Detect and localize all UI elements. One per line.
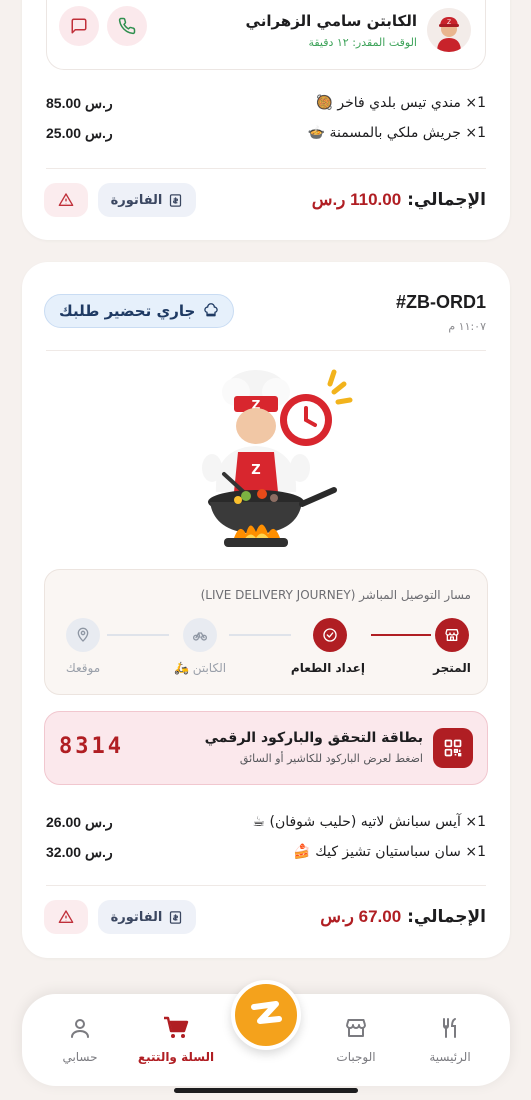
user-icon [71,1019,89,1038]
nav-item-account[interactable]: حسابي [40,1016,120,1064]
cart-icon [164,1016,189,1038]
invoice-label: الفاتورة [110,192,163,208]
z-logo-icon [251,1001,282,1024]
report-issue-button[interactable] [44,900,88,934]
store-icon [346,1019,366,1037]
qr-card-subtitle: اضغط لعرض الباركود للكاشير أو السائق [239,752,423,765]
nav-item-meals[interactable]: الوجبات [316,1016,396,1064]
home-indicator [174,1088,358,1093]
journey-step-label: الكابتن 🛵 [173,661,227,675]
divider [46,350,486,351]
item-price: 85.00 ر.س [46,95,113,111]
captain-avatar: Z [427,8,471,52]
total-label: الإجمالي: [407,190,486,210]
check-circle-icon [323,628,337,642]
journey-step-preparing: إعداد الطعام [290,618,365,675]
item-emoji: 🥘 [315,95,333,111]
item-price: 32.00 ر.س [46,844,113,860]
item-name: 1× جريش ملكي بالمسمنة [329,125,487,141]
order-total: الإجمالي: 67.00 ر.س [320,907,486,927]
qr-verification-card[interactable]: بطاقة التحقق والباركود الرقمي اضغط لعرض … [44,711,488,785]
nav-item-label: السلة والتتبع [137,1050,215,1064]
item-name: 1× مندي تيس بلدي فاخر [337,95,486,111]
item-price: 25.00 ر.س [46,125,113,141]
item-name: 1× آيس سبانش لاتيه (حليب شوفان) [269,814,486,830]
nav-item-cart[interactable]: السلة والتتبع [136,1016,216,1064]
order-status-badge: جاري تحضير طلبك [44,294,235,328]
captain-info: Z الكابتن سامي الزهراني الوقت المقدر: ١٢… [46,0,486,70]
center-logo-button[interactable] [231,980,301,1050]
order-card-previous: Z الكابتن سامي الزهراني الوقت المقدر: ١٢… [22,0,510,240]
order-status-label: جاري تحضير طلبك [59,302,196,320]
item-emoji: 🍲 [307,125,326,141]
invoice-button[interactable]: الفاتورة [98,183,196,217]
captain-name: الكابتن سامي الزهراني [245,12,417,30]
journey-step-captain: الكابتن 🛵 [165,618,235,675]
warning-icon [58,910,74,923]
call-captain-button[interactable] [107,6,147,46]
chat-captain-button[interactable] [59,6,99,46]
total-amount: 110.00 ر.س [311,190,402,209]
receipt-icon [170,910,182,924]
invoice-label: الفاتورة [110,909,163,925]
item-emoji: 🍰 [293,844,311,860]
order-item: 1× آيس سبانش لاتيه (حليب شوفان) ☕ 26.00 … [46,814,486,838]
captain-eta: الوقت المقدر: ١٢ دقيقة [308,36,417,49]
delivery-journey-tracker: مسار التوصيل المباشر (LIVE DELIVERY JOUR… [44,569,488,695]
chef-hat-icon [204,303,219,317]
order-item: 1× سان سباستيان تشيز كيك 🍰 32.00 ر.س [46,844,486,868]
order-time: ١١:٠٧ م [448,320,486,333]
bike-icon [193,632,207,641]
total-amount: 67.00 ر.س [320,907,402,926]
svg-text:Z: Z [447,19,451,26]
order-id: #ZB-ORD1 [395,292,486,312]
chef-illustration: Z Z [202,369,353,547]
receipt-icon [170,193,182,207]
svg-text:Z: Z [251,463,260,478]
journey-step-label: إعداد الطعام [290,661,365,675]
nav-item-label: الوجبات [336,1050,376,1064]
divider [46,168,486,169]
journey-step-location: موقعك [48,618,118,675]
chat-icon [71,18,87,34]
item-price: 26.00 ر.س [46,814,113,830]
order-item: 1× جريش ملكي بالمسمنة 🍲 25.00 ر.س [46,125,486,149]
journey-step-store: المتجر [417,618,487,675]
report-issue-button[interactable] [44,183,88,217]
utensils-icon [443,1018,456,1038]
location-pin-icon [77,627,89,642]
invoice-button[interactable]: الفاتورة [98,900,196,934]
journey-connector-pending [229,634,291,636]
order-card-current: #ZB-ORD1 ١١:٠٧ م جاري تحضير طلبك Z Z مسا… [22,262,510,958]
order-item: 1× مندي تيس بلدي فاخر 🥘 85.00 ر.س [46,95,486,119]
nav-item-home[interactable]: الرئيسية [410,1016,490,1064]
qr-card-title: بطاقة التحقق والباركود الرقمي [204,730,423,746]
nav-item-label: الرئيسية [429,1050,471,1064]
divider [46,885,486,886]
nav-item-label: حسابي [62,1050,98,1064]
phone-icon [118,17,136,35]
qr-code-icon [444,739,462,757]
warning-icon [58,193,74,206]
journey-step-label: المتجر [433,661,471,675]
verification-code: 8314 [59,734,124,759]
total-label: الإجمالي: [407,907,486,927]
order-total: الإجمالي: 110.00 ر.س [312,190,486,210]
item-emoji: ☕ [252,814,266,830]
store-icon [445,629,459,641]
journey-step-label: موقعك [65,661,101,675]
item-name: 1× سان سباستيان تشيز كيك [315,844,486,860]
journey-title: مسار التوصيل المباشر (LIVE DELIVERY JOUR… [200,588,471,602]
